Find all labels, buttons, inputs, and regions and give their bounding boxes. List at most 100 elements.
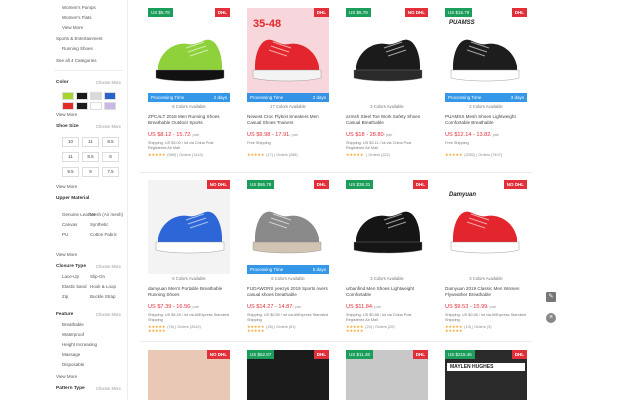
color-swatch[interactable]	[104, 92, 116, 100]
product-title-link[interactable]: ZPCALT 2018 Men Running Shoes Breathable…	[148, 114, 230, 127]
size-option[interactable]: 11	[82, 137, 99, 147]
shoe-size-choose-more[interactable]: Choose More	[96, 124, 121, 129]
material-option[interactable]: PU	[62, 232, 68, 237]
product-image-frame[interactable]: PUAMSS US $15.79 DHL Processing Time 3 days	[445, 8, 527, 102]
color-view-more[interactable]: View More	[56, 112, 77, 117]
closure-option[interactable]: Elastic band	[62, 284, 87, 289]
orders-count[interactable]: Orders (1419)	[179, 153, 203, 157]
color-swatch[interactable]	[90, 92, 102, 100]
view-more-link[interactable]: View More	[62, 25, 83, 30]
closure-type-filter-title: Closure Type	[56, 264, 87, 269]
size-option[interactable]: 9.5	[62, 167, 79, 177]
product-image-frame[interactable]: US $52.87 DHL	[247, 350, 329, 400]
product-card[interactable]: US $38.31 DHL 3 Colors Available urbanfind …	[346, 180, 428, 340]
feature-option[interactable]: Disposable	[62, 362, 84, 367]
product-title-link[interactable]: Newest Croc Flyknit Sneakers Men Casual …	[247, 114, 329, 127]
close-icon[interactable]: ×	[546, 313, 556, 323]
product-image-frame[interactable]: US $65.78 DHL Processing Time 5 days	[247, 180, 329, 274]
product-image-frame[interactable]: 35-48 DHL Processing Time 2 days	[247, 8, 329, 102]
edit-icon[interactable]: ✎	[546, 292, 556, 302]
material-option[interactable]: Synthetic	[90, 222, 109, 227]
filter-sidebar: Women's Pumps Women's Flats View More Sp…	[50, 0, 128, 400]
product-card[interactable]: NO DHL	[148, 350, 230, 400]
orders-count[interactable]: Orders (7407)	[478, 153, 502, 157]
price-badge: US $52.87	[247, 350, 275, 359]
category-link-sports[interactable]: Sports & Entertainment	[56, 36, 103, 41]
product-title-link[interactable]: Damyuan 2019 Classic Men Women Flyweathe…	[445, 286, 527, 299]
product-card[interactable]: US $11.48 DHL	[346, 350, 428, 400]
material-option[interactable]: Mesh (Air mesh)	[90, 212, 123, 217]
orders-count[interactable]: Orders (61)	[276, 325, 295, 329]
shoe-size-view-more[interactable]: View More	[56, 184, 77, 189]
review-count[interactable]: (3352)	[464, 153, 475, 157]
product-image-frame[interactable]: US $215.45 DHL MAYLEN HUGHES	[445, 350, 527, 400]
size-option[interactable]: 10	[62, 137, 79, 147]
color-swatch[interactable]	[76, 92, 88, 100]
material-option[interactable]: Cotton Fabric	[90, 232, 117, 237]
color-swatch[interactable]	[104, 102, 116, 110]
size-option[interactable]: 8.5	[102, 137, 119, 147]
shipping-badge: DHL	[313, 180, 329, 189]
product-title-link[interactable]: PUAMSS Mesh Shoes Lightweight Comfortabl…	[445, 114, 527, 127]
product-image-frame[interactable]: US $11.48 DHL	[346, 350, 428, 400]
product-image-frame[interactable]: NO DHL	[148, 180, 230, 274]
material-option[interactable]: Canvas	[62, 222, 77, 227]
feature-choose-more[interactable]: Choose More	[96, 312, 121, 317]
product-title-link[interactable]: damyuan Men's Portable Breathable Runnin…	[148, 286, 230, 299]
product-title-link[interactable]: xzmsh Steel Toe Work Safety Shoes Casual…	[346, 114, 428, 127]
product-title-link[interactable]: urbanfind Men Shoes Lightweight Comforta…	[346, 286, 428, 299]
closure-option[interactable]: Slip-On	[90, 274, 105, 279]
closure-option[interactable]: Lace-Up	[62, 274, 79, 279]
product-card[interactable]: US $5.78 NO DHL 3 Colors Available xzmsh St…	[346, 8, 428, 168]
color-swatch[interactable]	[76, 102, 88, 110]
color-swatch[interactable]	[90, 102, 102, 110]
orders-count[interactable]: Orders (222)	[368, 153, 390, 157]
size-option[interactable]: 9	[82, 167, 99, 177]
see-all-categories-link[interactable]: See all 4 Categories	[56, 58, 97, 63]
orders-count[interactable]: Orders (285)	[276, 153, 298, 157]
feature-view-more[interactable]: View More	[56, 374, 77, 379]
product-image-frame[interactable]: Damyuan NO DHL	[445, 180, 527, 274]
closure-choose-more[interactable]: Choose More	[96, 264, 121, 269]
feature-option[interactable]: Waterproof	[62, 332, 84, 337]
orders-count[interactable]: Orders (2610)	[177, 325, 201, 329]
category-link-womens-pumps[interactable]: Women's Pumps	[62, 5, 96, 10]
product-card[interactable]: US $215.45 DHL MAYLEN HUGHES	[445, 350, 527, 400]
brand-overlay: Damyuan	[449, 192, 477, 198]
color-swatch[interactable]	[62, 102, 74, 110]
category-link-running-shoes[interactable]: Running Shoes	[62, 46, 93, 51]
product-image-frame[interactable]: US $5.78 NO DHL	[346, 8, 428, 102]
orders-count[interactable]: Orders (20)	[375, 325, 394, 329]
pattern-choose-more[interactable]: Choose More	[96, 386, 121, 391]
closure-option[interactable]: Zip	[62, 294, 68, 299]
product-card[interactable]: US $52.87 DHL	[247, 350, 329, 400]
orders-count[interactable]: Orders (3)	[474, 325, 491, 329]
product-card[interactable]: Damyuan NO DHL 3 Colors Available Damyuan 2…	[445, 180, 527, 340]
product-image-frame[interactable]: NO DHL	[148, 350, 230, 400]
size-option[interactable]: 7.5	[102, 167, 119, 177]
price-unit: / pair	[383, 132, 393, 137]
product-title-link[interactable]: FUDAWORS yeezys 2019 Sports overs casual…	[247, 286, 329, 299]
feature-option[interactable]: Height Increasing	[62, 342, 97, 347]
upper-material-view-more[interactable]: View More	[56, 252, 77, 257]
color-choose-more[interactable]: Choose More	[96, 80, 121, 85]
feature-option[interactable]: Breathable	[62, 322, 84, 327]
product-image-frame[interactable]: US $38.31 DHL	[346, 180, 428, 274]
product-image-frame[interactable]: US $5.78 DHL Processing Time 2 days	[148, 8, 230, 102]
product-card[interactable]: PUAMSS US $15.79 DHL Processing Time 3 days 2…	[445, 8, 527, 168]
closure-option[interactable]: Buckle Strap	[90, 294, 116, 299]
product-card[interactable]: US $65.78 DHL Processing Time 5 days 6 Color…	[247, 180, 329, 340]
closure-option[interactable]: Hook & Loop	[90, 284, 116, 289]
closure-option-label: Lace-Up	[62, 274, 80, 279]
feature-option[interactable]: Massage	[62, 352, 80, 357]
rating-row: ★★★★★ (3352) | Orders (7407)	[445, 152, 502, 157]
category-link-womens-flats[interactable]: Women's Flats	[62, 15, 92, 20]
product-card[interactable]: NO DHL 6 Colors Available damyuan Men's Po…	[148, 180, 230, 340]
size-option[interactable]: 11	[62, 152, 79, 162]
color-swatch[interactable]	[62, 92, 74, 100]
review-count[interactable]: (985)	[167, 153, 176, 157]
size-option[interactable]: 8	[102, 152, 119, 162]
product-card[interactable]: US $5.78 DHL Processing Time 2 days 6 Colors…	[148, 8, 230, 168]
size-option[interactable]: 8.5	[82, 152, 99, 162]
product-card[interactable]: 35-48 DHL Processing Time 2 days 17 Colors A…	[247, 8, 329, 168]
